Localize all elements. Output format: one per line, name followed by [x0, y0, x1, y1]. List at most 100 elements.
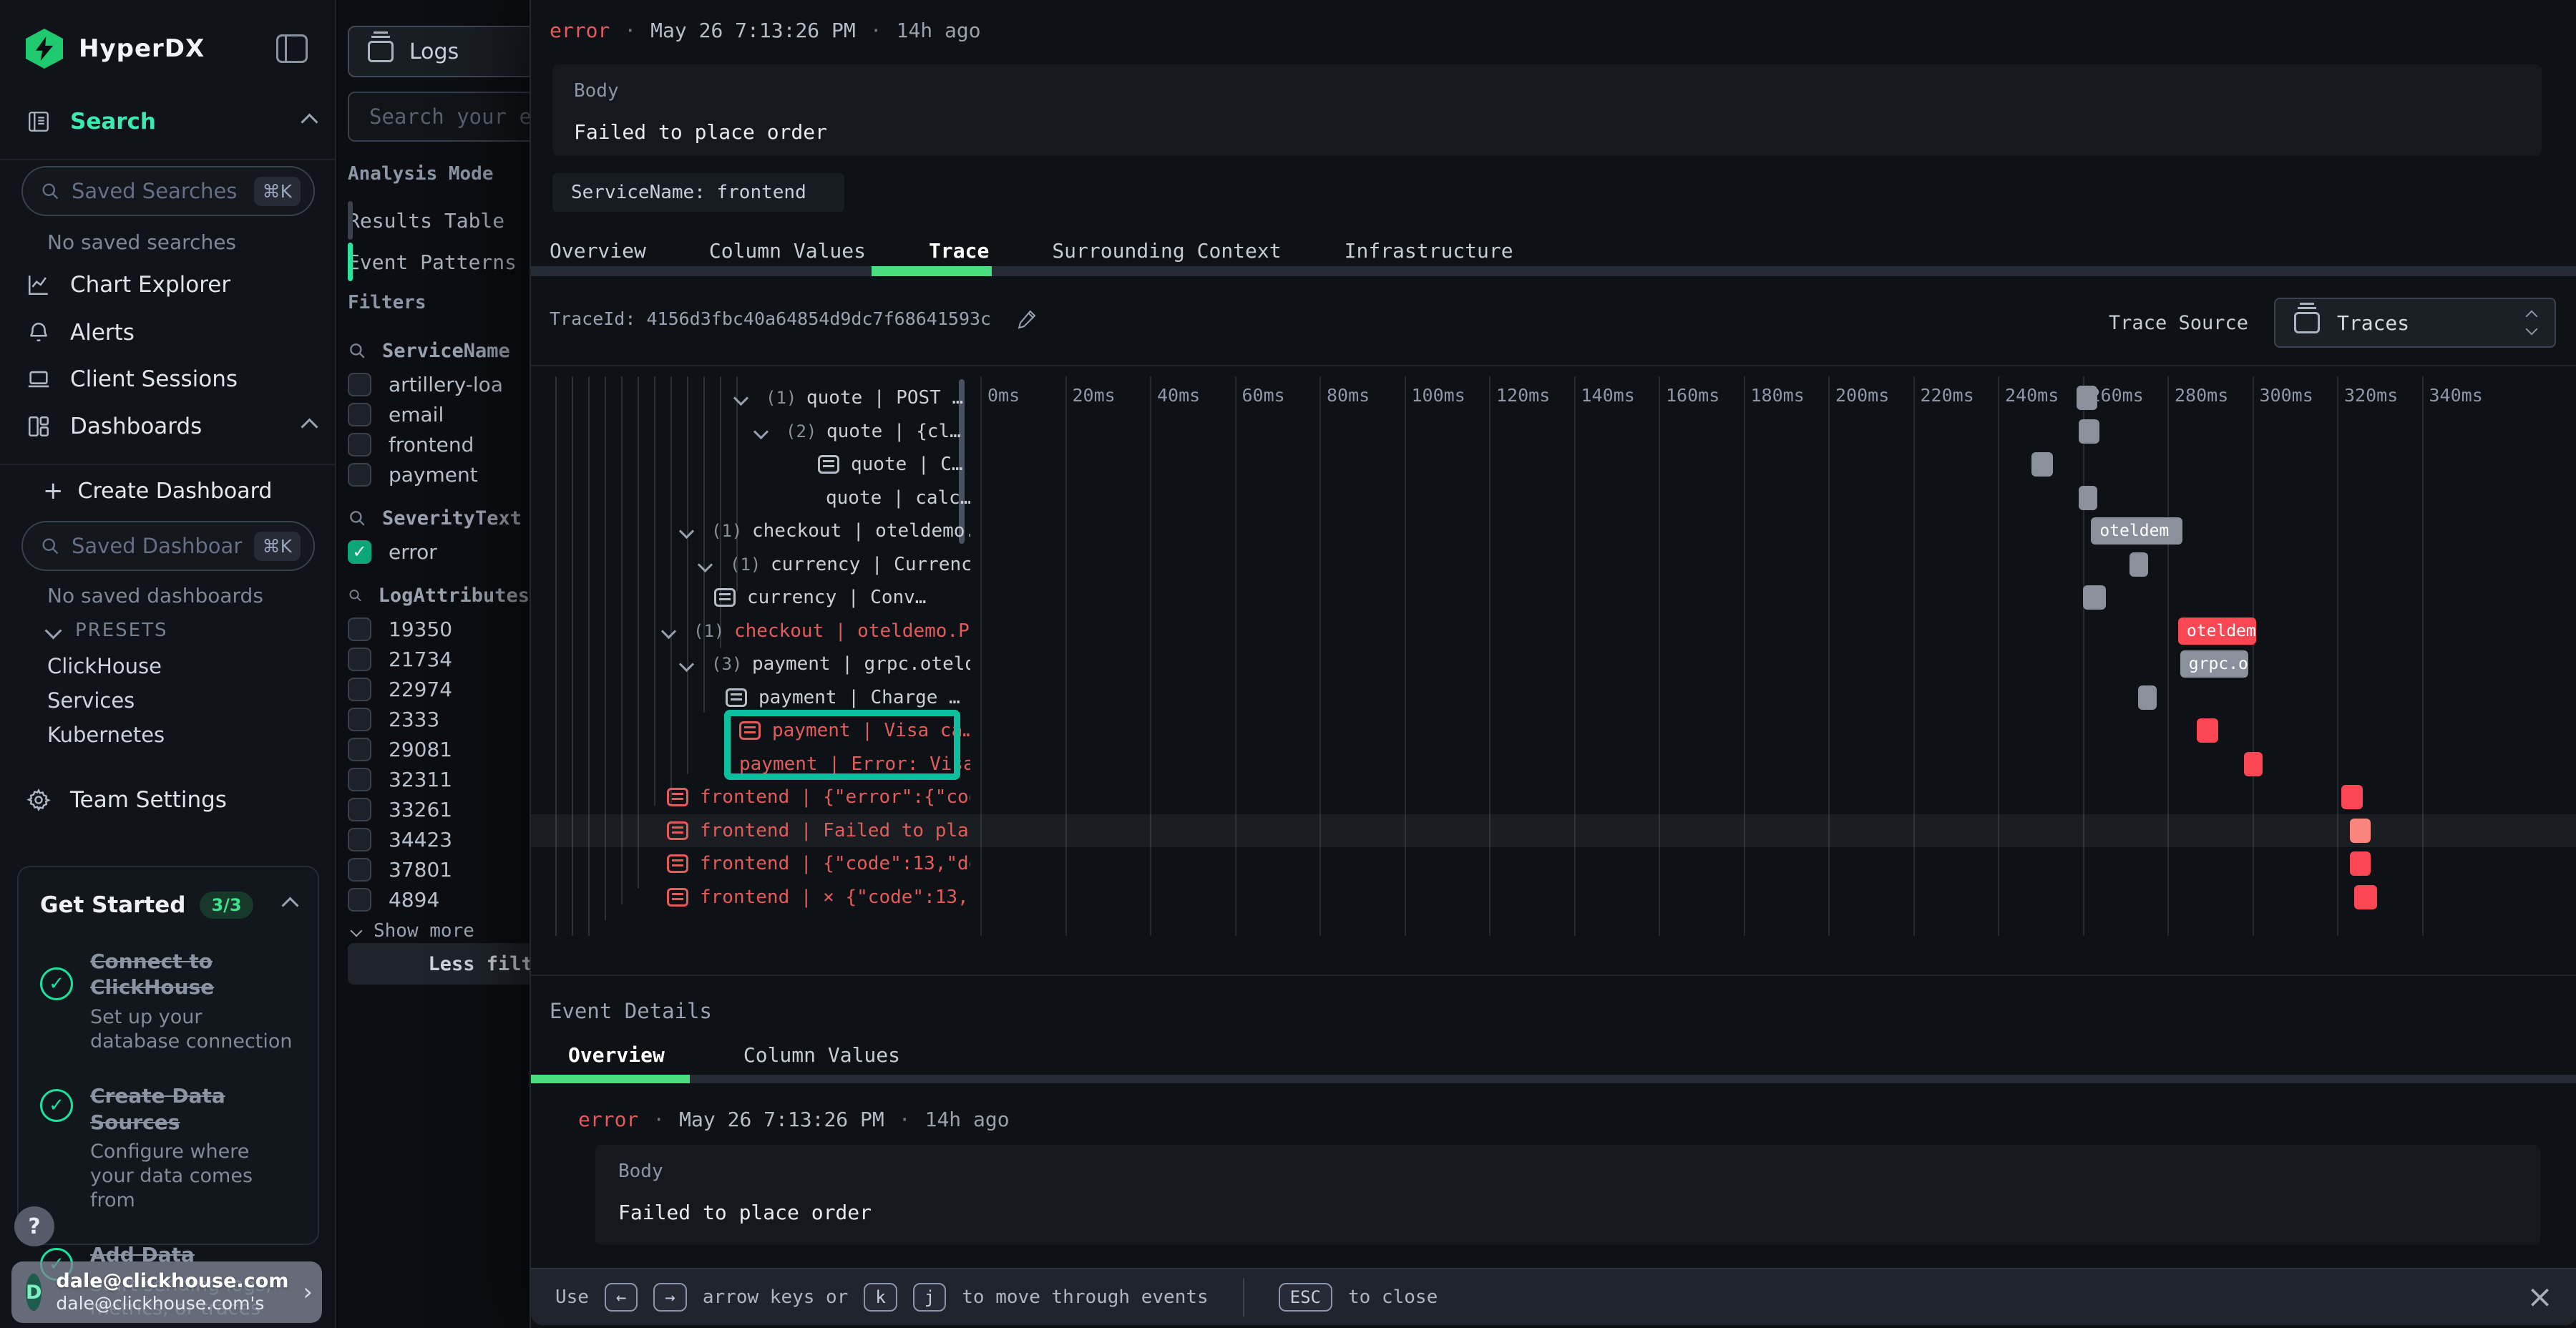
- mode-event-patterns[interactable]: Event Patterns: [348, 242, 517, 282]
- checkbox[interactable]: [348, 373, 371, 396]
- sidebar-item-client-sessions[interactable]: Client Sessions: [26, 366, 238, 392]
- trace-span-row[interactable]: (1)quote | POST …: [531, 381, 970, 414]
- sidebar-item-clickhouse[interactable]: ClickHouse: [47, 654, 162, 678]
- close-icon[interactable]: ×: [2527, 1281, 2553, 1313]
- sidebar-item-team-settings[interactable]: Team Settings: [26, 787, 227, 813]
- search-icon[interactable]: [348, 586, 363, 605]
- tab-trace[interactable]: Trace: [929, 239, 989, 263]
- saved-searches-input[interactable]: Saved Searches ⌘K: [21, 166, 315, 216]
- filter-checkbox-item[interactable]: 33261: [348, 794, 530, 824]
- trace-span-row[interactable]: payment | Charge …: [531, 681, 970, 714]
- expand-chevron-icon[interactable]: [679, 524, 694, 539]
- filter-checkbox-item[interactable]: ✓error: [348, 537, 530, 567]
- filter-checkbox-item[interactable]: artillery-loa: [348, 369, 530, 399]
- trace-span-row[interactable]: quote | C…: [531, 448, 970, 481]
- span-bar[interactable]: [2354, 885, 2378, 909]
- checkbox[interactable]: [348, 768, 371, 791]
- filter-checkbox-item[interactable]: email: [348, 399, 530, 429]
- trace-span-row[interactable]: frontend | × {"code":13,"d…: [531, 881, 970, 914]
- get-started-item[interactable]: ✓ Create Data Sources Configure where yo…: [40, 1083, 296, 1212]
- span-bar-labeled[interactable]: oteldem: [2091, 517, 2182, 545]
- search-icon[interactable]: [348, 509, 366, 527]
- trace-span-row[interactable]: frontend | {"code":13,"det…: [531, 847, 970, 880]
- search-icon[interactable]: [348, 341, 366, 360]
- expand-chevron-icon[interactable]: [661, 623, 676, 638]
- logo[interactable]: HyperDX: [26, 29, 205, 69]
- filter-checkbox-item[interactable]: 32311: [348, 764, 530, 794]
- expand-chevron-icon[interactable]: [679, 657, 694, 672]
- chevron-up-icon[interactable]: [301, 113, 318, 130]
- checkbox[interactable]: [348, 828, 371, 851]
- checkbox[interactable]: [348, 798, 371, 821]
- checkbox[interactable]: [348, 617, 371, 641]
- expand-chevron-icon[interactable]: [698, 557, 713, 572]
- trace-span-row[interactable]: (1)currency | Currenc…: [531, 548, 970, 581]
- event-details-tab-overview[interactable]: Overview: [568, 1043, 665, 1067]
- mode-results-table[interactable]: Results Table: [348, 200, 504, 240]
- trace-span-row[interactable]: (1)checkout | oteldemo.…: [531, 514, 970, 547]
- sidebar-collapse-icon[interactable]: [276, 34, 308, 63]
- trace-span-row[interactable]: currency | Conv…: [531, 581, 970, 614]
- tab-surrounding-context[interactable]: Surrounding Context: [1052, 239, 1281, 263]
- span-bar[interactable]: [2244, 752, 2263, 776]
- filter-checkbox-item[interactable]: 21734: [348, 644, 530, 674]
- trace-span-row[interactable]: (1)checkout | oteldemo.Pa…: [531, 615, 970, 648]
- sidebar-item-alerts[interactable]: Alerts: [26, 320, 135, 346]
- tab-column-values[interactable]: Column Values: [709, 239, 866, 263]
- checkbox-checked[interactable]: ✓: [348, 540, 371, 564]
- trace-span-row[interactable]: (3)payment | grpc.oteld…: [531, 648, 970, 680]
- checkbox[interactable]: [348, 738, 371, 761]
- trace-source-select[interactable]: Traces: [2274, 298, 2556, 348]
- span-bar[interactable]: [2079, 486, 2098, 510]
- span-bar[interactable]: [2079, 419, 2100, 444]
- checkbox[interactable]: [348, 708, 371, 731]
- span-bar[interactable]: [2197, 718, 2218, 743]
- trace-span-row[interactable]: frontend | Failed to place…: [531, 814, 970, 847]
- checkbox[interactable]: [348, 858, 371, 882]
- checkbox[interactable]: [348, 678, 371, 701]
- span-bar[interactable]: [2138, 685, 2157, 710]
- expand-chevron-icon[interactable]: [733, 391, 748, 406]
- saved-dashboards-input[interactable]: Saved Dashboards ⌘K: [21, 521, 315, 571]
- span-bar[interactable]: [2350, 851, 2371, 876]
- filter-checkbox-item[interactable]: 34423: [348, 824, 530, 854]
- checkbox[interactable]: [348, 403, 371, 426]
- help-button[interactable]: ?: [14, 1206, 54, 1246]
- event-details-tab-column-values[interactable]: Column Values: [743, 1043, 900, 1067]
- span-bar[interactable]: [2341, 785, 2363, 809]
- service-name-chip[interactable]: ServiceName: frontend: [552, 173, 844, 212]
- sidebar-item-kubernetes[interactable]: Kubernetes: [47, 723, 165, 747]
- presets-toggle[interactable]: PRESETS: [47, 620, 168, 641]
- checkbox[interactable]: [348, 888, 371, 912]
- filter-checkbox-item[interactable]: frontend: [348, 429, 530, 459]
- filter-checkbox-item[interactable]: 19350: [348, 614, 530, 644]
- filter-checkbox-item[interactable]: 22974: [348, 674, 530, 704]
- sidebar-item-dashboards[interactable]: Dashboards: [26, 414, 202, 439]
- filter-checkbox-item[interactable]: 4894: [348, 884, 530, 914]
- create-dashboard-button[interactable]: + Create Dashboard: [43, 477, 272, 505]
- checkbox[interactable]: [348, 463, 371, 487]
- chevron-up-icon[interactable]: [301, 418, 318, 435]
- span-bar[interactable]: [2077, 386, 2098, 410]
- span-bar[interactable]: [2031, 452, 2053, 477]
- tab-infrastructure[interactable]: Infrastructure: [1345, 239, 1513, 263]
- trace-span-row[interactable]: quote | calc…: [531, 482, 970, 514]
- filter-checkbox-item[interactable]: 37801: [348, 854, 530, 884]
- trace-waterfall[interactable]: 0ms20ms40ms60ms80ms100ms120ms140ms160ms1…: [531, 365, 2576, 976]
- sidebar-item-search[interactable]: Search: [26, 109, 156, 135]
- edit-icon[interactable]: [1017, 308, 1038, 329]
- span-bar[interactable]: [2129, 552, 2149, 577]
- span-bar[interactable]: [2083, 585, 2107, 610]
- get-started-item[interactable]: ✓ Connect to ClickHouse Set up your data…: [40, 949, 296, 1053]
- checkbox[interactable]: [348, 648, 371, 671]
- chevron-up-icon[interactable]: [281, 897, 298, 914]
- span-bar-labeled[interactable]: grpc.o: [2180, 650, 2248, 678]
- filter-checkbox-item[interactable]: 29081: [348, 734, 530, 764]
- filter-checkbox-item[interactable]: payment: [348, 459, 530, 489]
- checkbox[interactable]: [348, 433, 371, 456]
- user-menu[interactable]: D dale@clickhouse.com dale@clickhouse.co…: [11, 1261, 322, 1323]
- tab-overview[interactable]: Overview: [550, 239, 646, 263]
- sidebar-item-chart-explorer[interactable]: Chart Explorer: [26, 272, 230, 298]
- filter-checkbox-item[interactable]: 2333: [348, 704, 530, 734]
- trace-span-row[interactable]: (2)quote | {cl…: [531, 415, 970, 448]
